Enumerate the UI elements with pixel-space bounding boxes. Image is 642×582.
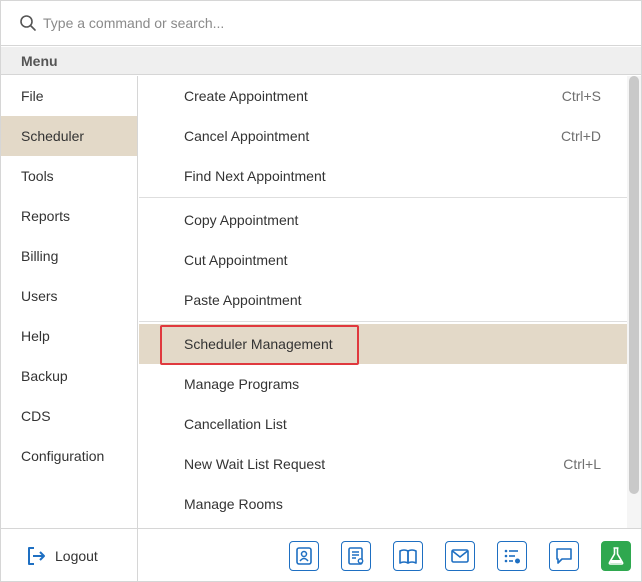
menu-item-cancel-appointment[interactable]: Cancel Appointment Ctrl+D xyxy=(139,116,627,156)
menu-item-cut-appointment[interactable]: Cut Appointment xyxy=(139,240,627,280)
menu-item-label: New Wait List Request xyxy=(184,456,326,472)
menu-item-paste-appointment[interactable]: Paste Appointment xyxy=(139,280,627,320)
sidebar-item-billing[interactable]: Billing xyxy=(1,236,137,276)
contact-card-button[interactable] xyxy=(289,541,319,571)
logout-label: Logout xyxy=(55,548,98,564)
menu-item-create-appointment[interactable]: Create Appointment Ctrl+S xyxy=(139,76,627,116)
sidebar: File Scheduler Tools Reports Billing Use… xyxy=(1,76,138,528)
task-list-icon xyxy=(504,549,520,564)
sidebar-item-tools[interactable]: Tools xyxy=(1,156,137,196)
contact-card-icon xyxy=(296,547,312,565)
sidebar-item-scheduler[interactable]: Scheduler xyxy=(1,116,137,156)
footer-left: Logout xyxy=(1,529,138,582)
menu-divider xyxy=(139,321,627,322)
logout-icon xyxy=(28,547,45,565)
menu-item-cancellation-list[interactable]: Cancellation List xyxy=(139,404,627,444)
menu-item-find-next-appointment[interactable]: Find Next Appointment xyxy=(139,156,627,196)
menu-item-manage-programs[interactable]: Manage Programs xyxy=(139,364,627,404)
scheduler-submenu: Create Appointment Ctrl+S Cancel Appoint… xyxy=(139,76,627,528)
task-list-button[interactable] xyxy=(497,541,527,571)
shortcut-label: Ctrl+D xyxy=(560,128,601,144)
menu-item-label: Create Appointment xyxy=(184,88,308,104)
menu-item-copy-appointment[interactable]: Copy Appointment xyxy=(139,200,627,240)
flask-button[interactable] xyxy=(601,541,631,571)
menu-item-scheduler-management[interactable]: Scheduler Management xyxy=(139,324,627,364)
search-input[interactable] xyxy=(43,11,623,35)
logout-button[interactable]: Logout xyxy=(25,543,98,569)
sidebar-item-users[interactable]: Users xyxy=(1,276,137,316)
sidebar-item-file[interactable]: File xyxy=(1,76,137,116)
envelope-icon xyxy=(451,549,469,563)
menu-item-label: Cancellation List xyxy=(184,416,287,432)
chat-bubble-button[interactable] xyxy=(549,541,579,571)
menu-item-label: Scheduler Management xyxy=(184,336,333,352)
menu-header: Menu xyxy=(1,47,641,75)
sidebar-item-help[interactable]: Help xyxy=(1,316,137,356)
shortcut-label: Ctrl+S xyxy=(561,88,601,104)
menu-item-new-wait-list-request[interactable]: New Wait List Request Ctrl+L xyxy=(139,444,627,484)
menu-item-label: Paste Appointment xyxy=(184,292,302,308)
menu-item-label: Find Next Appointment xyxy=(184,168,326,184)
command-palette: Menu File Scheduler Tools Reports Billin… xyxy=(0,0,642,582)
menu-divider xyxy=(139,197,627,198)
search-bar xyxy=(1,1,641,46)
open-book-button[interactable] xyxy=(393,541,423,571)
sidebar-item-backup[interactable]: Backup xyxy=(1,356,137,396)
menu-item-label: Manage Rooms xyxy=(184,496,283,512)
form-list-icon xyxy=(348,547,364,565)
menu-item-manage-rooms[interactable]: Manage Rooms xyxy=(139,484,627,524)
menu-item-label: Manage Programs xyxy=(184,376,300,392)
envelope-button[interactable] xyxy=(445,541,475,571)
chat-bubble-icon xyxy=(556,548,572,564)
shortcut-label: Ctrl+L xyxy=(563,456,601,472)
menu-item-label: Copy Appointment xyxy=(184,212,299,228)
sidebar-item-cds[interactable]: CDS xyxy=(1,396,137,436)
search-icon xyxy=(20,15,36,31)
sidebar-item-reports[interactable]: Reports xyxy=(1,196,137,236)
sidebar-item-configuration[interactable]: Configuration xyxy=(1,436,137,476)
form-list-button[interactable] xyxy=(341,541,371,571)
scrollbar-thumb[interactable] xyxy=(629,76,639,494)
open-book-icon xyxy=(399,549,417,564)
footer-bar: Logout xyxy=(1,528,641,582)
menu-item-label: Cut Appointment xyxy=(184,252,288,268)
flask-icon xyxy=(608,547,624,565)
menu-item-label: Cancel Appointment xyxy=(184,128,310,144)
